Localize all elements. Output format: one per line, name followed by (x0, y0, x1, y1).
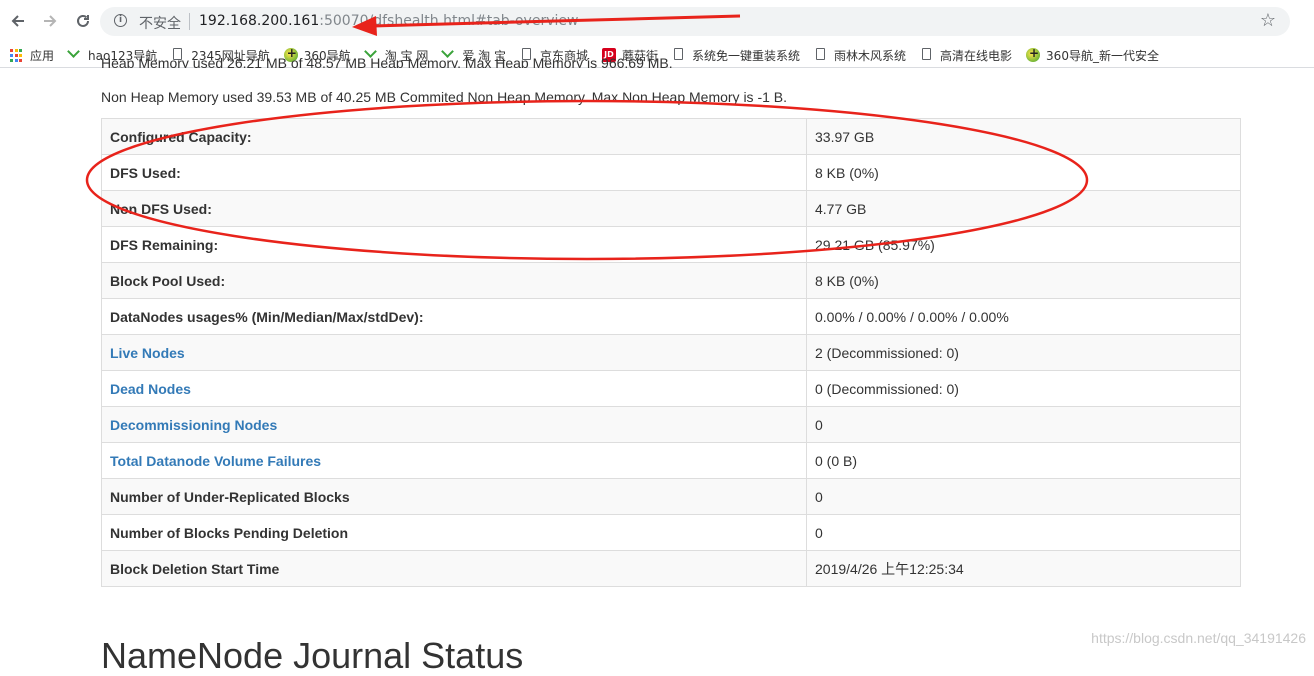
s360-icon (1026, 46, 1041, 62)
table-row-value: 0 (Decommissioned: 0) (806, 370, 1241, 407)
table-row-value: 0 (0 B) (806, 442, 1241, 479)
table-row-value: 33.97 GB (806, 118, 1241, 155)
table-row: Non DFS Used: 4.77 GB (101, 190, 1241, 227)
forward-arrow-icon-svg (44, 15, 57, 27)
table-row: Decommissioning Nodes 0 (101, 406, 1241, 443)
table-row-value: 8 KB (0%) (806, 262, 1241, 299)
nonheap-memory-line: Non Heap Memory used 39.53 MB of 40.25 M… (101, 89, 788, 105)
table-row: DFS Remaining: 29.21 GB (85.97%) (101, 226, 1241, 263)
forward-arrow-icon[interactable] (37, 8, 63, 34)
bookmark-label: 雨林木风系统 (834, 48, 907, 63)
bookmark-apps[interactable]: 应用 (10, 47, 54, 64)
table-row-key: Block Deletion Start Time (101, 550, 807, 587)
page-icon (922, 48, 932, 60)
table-row: Block Deletion Start Time 2019/4/26 上午12:… (101, 550, 1241, 587)
watermark: https://blog.csdn.net/qq_34191426 (1091, 630, 1306, 646)
info-icon[interactable]: i (114, 14, 127, 27)
bookmark-label: 高清在线电影 (940, 48, 1013, 63)
reload-icon-svg (77, 14, 89, 27)
page-icon-wrap (672, 48, 686, 62)
table-row-value: 0 (806, 478, 1241, 515)
page-icon (816, 48, 826, 60)
back-arrow-icon[interactable] (5, 8, 31, 34)
table-row: Number of Under-Replicated Blocks 0 (101, 478, 1241, 515)
insecure-label[interactable]: 不安全 (139, 13, 181, 33)
hao-icon (68, 48, 82, 62)
bookmark-label: 系统免一键重装系统 (692, 48, 801, 63)
address-bar[interactable]: i 不安全 192.168.200.161:50070/dfshealth.ht… (100, 7, 1290, 36)
table-row-link[interactable]: Total Datanode Volume Failures (101, 442, 807, 479)
table-row: Configured Capacity: 33.97 GB (101, 118, 1241, 155)
table-row-key: Block Pool Used: (101, 262, 807, 299)
reload-icon[interactable] (70, 8, 96, 34)
apps-icon (10, 48, 24, 63)
address-separator (189, 13, 190, 30)
url-text[interactable]: 192.168.200.161:50070/dfshealth.html#tab… (199, 13, 578, 29)
bookmark-label: 应用 (30, 48, 55, 63)
table-row-key: Configured Capacity: (101, 118, 807, 155)
bookmark-360-safe[interactable]: 360导航_新一代安全 (1026, 46, 1159, 64)
table-row-link[interactable]: Decommissioning Nodes (101, 406, 807, 443)
table-row-key: Number of Blocks Pending Deletion (101, 514, 807, 551)
table-row: Block Pool Used: 8 KB (0%) (101, 262, 1241, 299)
page-icon-wrap (920, 48, 934, 62)
bookmark-label: 360导航_新一代安全 (1046, 48, 1159, 63)
page-icon-wrap (814, 48, 828, 62)
table-row-value: 8 KB (0%) (806, 154, 1241, 191)
overview-table: Configured Capacity: 33.97 GB DFS Used: 8 K… (101, 118, 1241, 587)
url-host: 192.168.200.161 (199, 13, 320, 29)
heap-memory-text: Heap Memory used 26.21 MB of 48.57 MB He… (101, 55, 673, 68)
table-row: Total Datanode Volume Failures 0 (0 B) (101, 442, 1241, 479)
back-arrow-icon-svg (11, 15, 24, 27)
table-row: Dead Nodes 0 (Decommissioned: 0) (101, 370, 1241, 407)
table-row-key: DFS Remaining: (101, 226, 807, 263)
bookmark-ylmf[interactable]: 雨林木风系统 (814, 47, 906, 64)
table-row-value: 2 (Decommissioned: 0) (806, 334, 1241, 371)
table-row-key: Non DFS Used: (101, 190, 807, 227)
table-row-link[interactable]: Dead Nodes (101, 370, 807, 407)
browser-toolbar: i 不安全 192.168.200.161:50070/dfshealth.ht… (0, 0, 1314, 43)
table-row-link[interactable]: Live Nodes (101, 334, 807, 371)
page-icon (674, 48, 683, 60)
bookmark-reinstall[interactable]: 系统免一键重装系统 (672, 47, 800, 64)
table-row-key: DataNodes usages% (Min/Median/Max/stdDev… (101, 298, 807, 335)
overview-table-body: Configured Capacity: 33.97 GB DFS Used: 8 K… (101, 118, 1241, 587)
star-icon[interactable]: ☆ (1260, 10, 1276, 31)
table-row-value: 2019/4/26 上午12:25:34 (806, 550, 1241, 587)
url-path: :50070/dfshealth.html#tab-overview (319, 13, 579, 29)
table-row-value: 4.77 GB (806, 190, 1241, 227)
table-row: Number of Blocks Pending Deletion 0 (101, 514, 1241, 551)
table-row: DFS Used: 8 KB (0%) (101, 154, 1241, 191)
table-row: DataNodes usages% (Min/Median/Max/stdDev… (101, 298, 1241, 335)
table-row-key: DFS Used: (101, 154, 807, 191)
table-row-value: 29.21 GB (85.97%) (806, 226, 1241, 263)
table-row: Live Nodes 2 (Decommissioned: 0) (101, 334, 1241, 371)
table-row-value: 0 (806, 406, 1241, 443)
table-row-value: 0.00% / 0.00% / 0.00% / 0.00% (806, 298, 1241, 335)
section-title: NameNode Journal Status (101, 635, 524, 676)
table-row-value: 0 (806, 514, 1241, 551)
bookmark-movie[interactable]: 高清在线电影 (920, 47, 1012, 64)
table-row-key: Number of Under-Replicated Blocks (101, 478, 807, 515)
heap-memory-line: Heap Memory used 26.21 MB of 48.57 MB He… (101, 54, 673, 68)
